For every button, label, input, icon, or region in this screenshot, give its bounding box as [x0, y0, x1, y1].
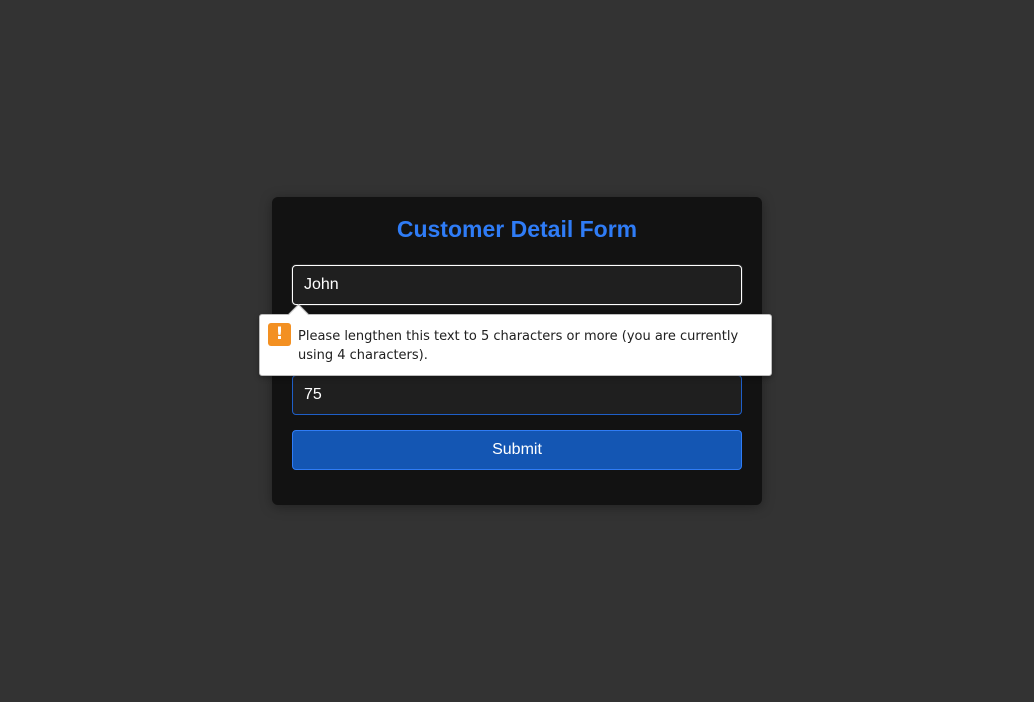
- name-input[interactable]: [292, 265, 742, 305]
- validation-message: Please lengthen this text to 5 character…: [298, 329, 739, 363]
- submit-button[interactable]: Submit: [292, 430, 742, 470]
- form-title: Customer Detail Form: [396, 216, 638, 242]
- validation-tooltip: ! Please lengthen this text to 5 charact…: [259, 303, 772, 376]
- amount-input[interactable]: [292, 375, 742, 415]
- warning-icon: !: [268, 323, 291, 346]
